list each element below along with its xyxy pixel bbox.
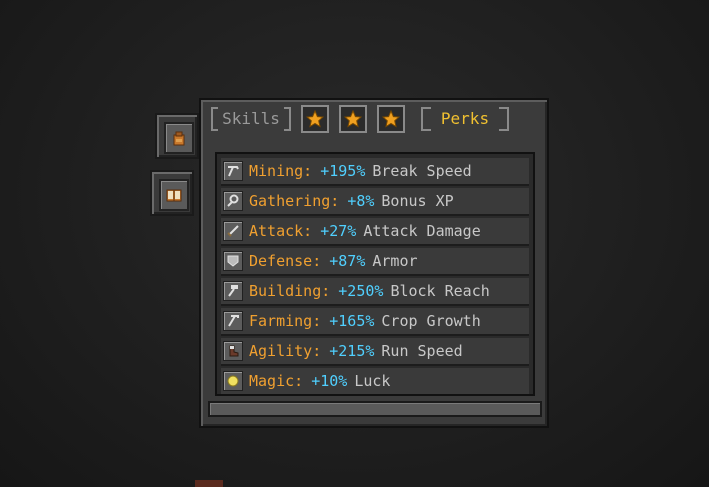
perk-bonus: +215% [329, 342, 375, 360]
boot-icon [223, 341, 243, 361]
perk-desc: Bonus XP [381, 192, 454, 210]
perk-bonus: +250% [338, 282, 384, 300]
perk-name: Mining: [249, 162, 313, 180]
perk-desc: Break Speed [372, 162, 472, 180]
star-tab-3[interactable] [377, 105, 405, 133]
hoe-icon [223, 311, 243, 331]
tab-skills-label: Skills [218, 107, 284, 131]
book-icon [159, 179, 189, 211]
tab-bracket-left [211, 107, 219, 131]
perk-desc: Block Reach [390, 282, 490, 300]
perk-row-attack[interactable]: Attack: +27% Attack Damage [221, 218, 529, 246]
side-tab-backpack[interactable] [155, 113, 199, 159]
sword-icon [223, 221, 243, 241]
perk-bonus: +8% [347, 192, 375, 210]
perk-desc: Crop Growth [381, 312, 481, 330]
star-icon [344, 110, 362, 128]
side-tab-book[interactable] [150, 170, 194, 216]
pickaxe-icon [223, 161, 243, 181]
perk-name: Attack: [249, 222, 313, 240]
perk-desc: Attack Damage [363, 222, 481, 240]
tab-skills[interactable]: Skills [211, 107, 291, 131]
perk-row-building[interactable]: Building: +250% Block Reach [221, 278, 529, 306]
gather-icon [223, 191, 243, 211]
perk-bonus: +165% [329, 312, 375, 330]
shield-icon [223, 251, 243, 271]
perk-name: Building: [249, 282, 331, 300]
star-tab-1[interactable] [301, 105, 329, 133]
star-icon [382, 110, 400, 128]
perk-name: Magic: [249, 372, 304, 390]
perk-name: Farming: [249, 312, 322, 330]
star-icon [306, 110, 324, 128]
tab-bracket-left [421, 107, 431, 131]
perk-bonus: +10% [311, 372, 348, 390]
perk-row-defense[interactable]: Defense: +87% Armor [221, 248, 529, 276]
perk-name: Gathering: [249, 192, 340, 210]
perk-list[interactable]: Mining: +195% Break Speed Gathering: +8%… [215, 152, 535, 396]
perk-row-mining[interactable]: Mining: +195% Break Speed [221, 158, 529, 186]
perk-desc: Luck [354, 372, 391, 390]
tab-perks[interactable]: Perks [421, 107, 509, 131]
perk-row-agility[interactable]: Agility: +215% Run Speed [221, 338, 529, 366]
tab-bracket-right [283, 107, 291, 131]
bottom-bar [208, 401, 542, 417]
orb-icon [223, 371, 243, 391]
perk-bonus: +195% [320, 162, 366, 180]
perk-row-magic[interactable]: Magic: +10% Luck [221, 368, 529, 394]
tab-perks-label: Perks [431, 107, 499, 131]
perk-row-gathering[interactable]: Gathering: +8% Bonus XP [221, 188, 529, 216]
perk-bonus: +27% [320, 222, 357, 240]
tab-bar: Skills Perks [211, 105, 541, 133]
perk-row-farming[interactable]: Farming: +165% Crop Growth [221, 308, 529, 336]
perk-desc: Armor [372, 252, 418, 270]
hammer-icon [223, 281, 243, 301]
perk-desc: Run Speed [381, 342, 463, 360]
perk-bonus: +87% [329, 252, 366, 270]
perk-name: Defense: [249, 252, 322, 270]
perk-name: Agility: [249, 342, 322, 360]
backpack-icon [164, 122, 194, 154]
star-tab-2[interactable] [339, 105, 367, 133]
perks-panel: Skills Perks Mining: +195% Break Speed G… [199, 98, 549, 428]
tab-bracket-right [499, 107, 509, 131]
item-stub [195, 480, 223, 487]
